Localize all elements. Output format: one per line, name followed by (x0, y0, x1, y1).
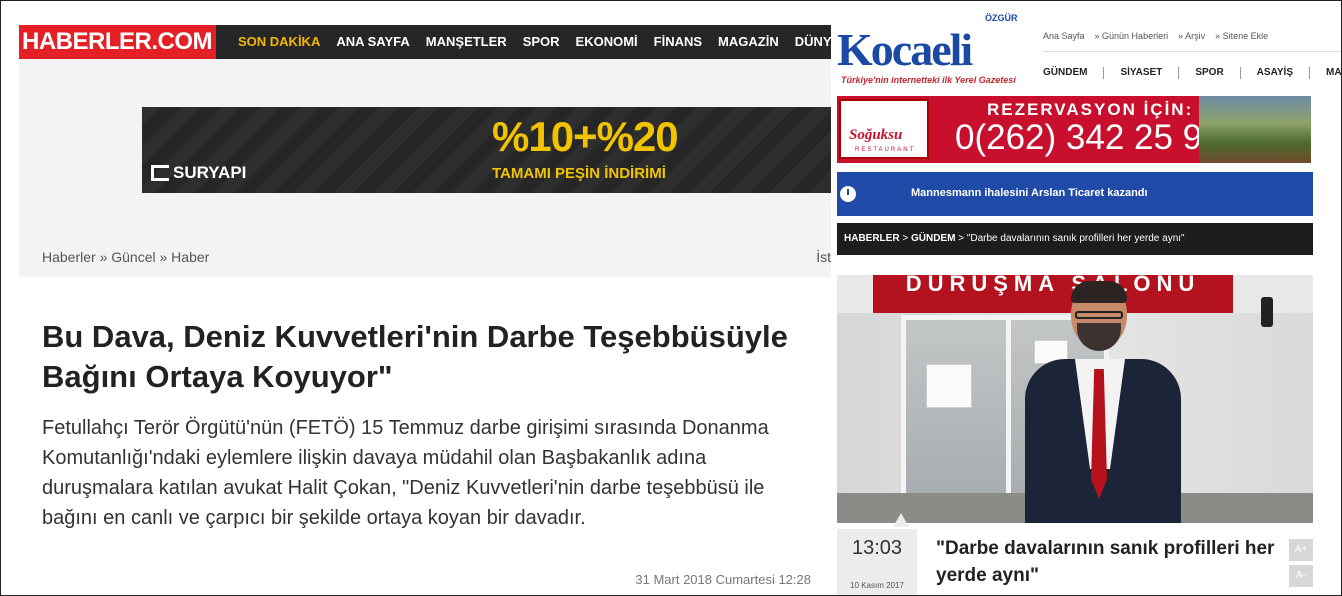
nav-mansetler[interactable]: MANŞETLER (418, 25, 515, 59)
restaurant-ad[interactable]: Soğuksu RESTAURANT REZERVASYON İÇİN: 0(2… (837, 96, 1311, 163)
font-increase-button[interactable]: A+ (1289, 539, 1313, 561)
breadcrumb-bar: HABERLER > GÜNDEM > "Darbe davalarının s… (837, 223, 1313, 255)
ad-offer-sub: TAMAMI PEŞİN İNDİRİMİ (492, 165, 666, 182)
door-frame (1006, 320, 1011, 518)
logo-main: Kocaeli (837, 24, 973, 75)
link-sitene-ekle[interactable]: » Sitene Ekle (1215, 31, 1268, 41)
logo-tagline: Türkiye'nin internetteki ilk Yerel Gazet… (841, 75, 1016, 85)
publish-time: 13:03 (851, 537, 903, 559)
haberler-panel: HABERLER.COM SON DAKİKA ANA SAYFA MANŞET… (19, 25, 831, 591)
nav-son-dakika[interactable]: SON DAKİKA (230, 25, 328, 59)
ad-brand-name: SURYAPI (173, 163, 247, 182)
publish-date: 10 Kasım 2017 (850, 581, 904, 590)
screenshot-frame: HABERLER.COM SON DAKİKA ANA SAYFA MANŞET… (0, 0, 1342, 596)
link-arsiv[interactable]: » Arşiv (1178, 31, 1205, 41)
restaurant-sub: RESTAURANT (855, 147, 916, 153)
link-ana-sayfa[interactable]: Ana Sayfa (1043, 31, 1085, 41)
wall-lamp (1261, 297, 1273, 327)
top-links: Ana Sayfa » Günün Haberleri » Arşiv » Si… (1043, 31, 1268, 41)
beard (1077, 323, 1121, 351)
section-nav: GÜNDEM SİYASET SPOR ASAYİŞ MAGAZİN (1043, 67, 1341, 79)
ad-title: REZERVASYON İÇİN: (987, 100, 1194, 119)
kocaeli-logo[interactable]: ÖZGÜR Kocaeli Türkiye'nin internetteki i… (837, 9, 1027, 91)
restaurant-name: Soğuksu (849, 127, 903, 143)
suryapi-logo-icon (151, 165, 169, 181)
kocaeli-panel: ÖZGÜR Kocaeli Türkiye'nin internetteki i… (837, 1, 1341, 595)
divider (1043, 51, 1341, 52)
breadcrumb[interactable]: Haberler » Güncel » Haber (42, 249, 209, 265)
site-logo[interactable]: HABERLER.COM (19, 25, 216, 59)
restaurant-logo: Soğuksu RESTAURANT (839, 99, 929, 159)
ticker-headline[interactable]: Mannesmann ihalesini Arslan Ticaret kaza… (911, 187, 1148, 199)
nav-ekonomi[interactable]: EKONOMİ (568, 25, 646, 59)
restaurant-photo (1199, 96, 1311, 163)
ad-offer: %10+%20 (492, 113, 679, 160)
nav-magazin[interactable]: MAGAZİN (1310, 67, 1341, 79)
clock-icon (840, 186, 856, 202)
nav-gundem[interactable]: GÜNDEM (1043, 67, 1105, 79)
logo-small: ÖZGÜR (985, 13, 1018, 23)
main-nav: SON DAKİKA ANA SAYFA MANŞETLER SPOR EKON… (230, 25, 831, 59)
banner-ad[interactable]: SURYAPI %10+%20 TAMAMI PEŞİN İNDİRİMİ (142, 107, 831, 193)
breadcrumb-right[interactable]: İst (816, 249, 831, 265)
news-ticker[interactable]: Mannesmann ihalesini Arslan Ticaret kaza… (837, 172, 1313, 216)
crumb-gundem[interactable]: GÜNDEM (911, 233, 955, 244)
link-gunun-haberleri[interactable]: » Günün Haberleri (1095, 31, 1169, 41)
crumb-sep: > (902, 233, 909, 244)
glasses (1075, 311, 1123, 319)
article-title: "Darbe davalarının sanık profilleri her … (936, 538, 1275, 586)
nav-asayis[interactable]: ASAYİŞ (1241, 67, 1310, 79)
article-date: 31 Mart 2018 Cumartesi 12:28 (635, 572, 811, 587)
crumb-haberler[interactable]: HABERLER (844, 233, 900, 244)
top-navbar: HABERLER.COM SON DAKİKA ANA SAYFA MANŞET… (19, 25, 831, 59)
crumb-title: "Darbe davalarının sanık profilleri her … (966, 233, 1185, 244)
door-notice (926, 364, 972, 408)
ad-phone: 0(262) 342 25 90 (955, 118, 1222, 157)
article-photo: DURUŞMA SALONU (837, 275, 1313, 523)
article-headline: Bu Dava, Deniz Kuvvetleri'nin Darbe Teşe… (42, 319, 788, 394)
crumb-sep: > (958, 233, 965, 244)
caret-up-icon (893, 513, 909, 527)
nav-spor[interactable]: SPOR (1179, 67, 1241, 79)
nav-ana-sayfa[interactable]: ANA SAYFA (328, 25, 417, 59)
ad-brand: SURYAPI (151, 163, 246, 183)
nav-dunya[interactable]: DÜNYA (787, 25, 831, 59)
nav-finans[interactable]: FİNANS (646, 25, 710, 59)
nav-siyaset[interactable]: SİYASET (1104, 67, 1180, 79)
lawyer-figure (1019, 281, 1219, 523)
article-lead: Fetullahçı Terör Örgütü'nün (FETÖ) 15 Te… (42, 417, 769, 529)
nav-spor[interactable]: SPOR (515, 25, 568, 59)
font-decrease-button[interactable]: A- (1289, 565, 1313, 587)
nav-magazin[interactable]: MAGAZİN (710, 25, 787, 59)
hair (1071, 281, 1127, 303)
